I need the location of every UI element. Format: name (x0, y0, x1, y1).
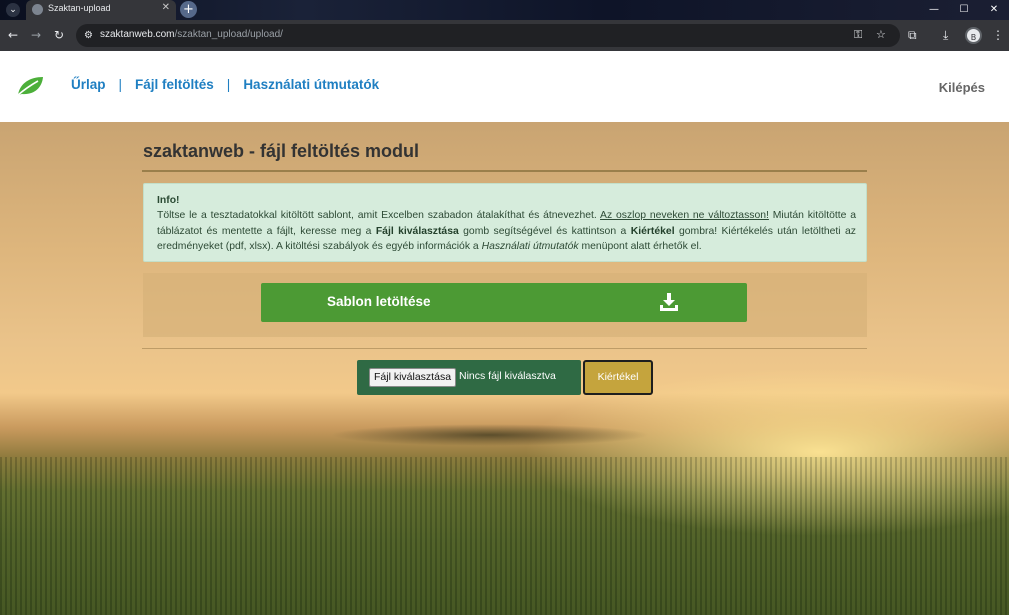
upload-module: szaktanweb - fájl feltöltés modul Info! … (142, 122, 867, 615)
main-nav: Űrlap | Fájl feltöltés | Használati útmu… (71, 77, 379, 92)
more-menu-icon[interactable]: ⋮ (992, 28, 1004, 42)
page-title: szaktanweb - fájl feltöltés modul (143, 141, 420, 161)
address-bar[interactable]: ⚙ szaktanweb.com/szaktan_upload/upload/ … (76, 24, 900, 47)
window-controls: — ☐ ✕ (919, 0, 1009, 20)
template-download-button[interactable]: Sablon letöltése (261, 283, 747, 322)
back-icon[interactable]: ← (8, 28, 18, 42)
nav-link-hasznalati-utmutatok[interactable]: Használati útmutatók (243, 77, 379, 92)
download-icon[interactable]: ⤓ (943, 28, 948, 42)
url-path: /szaktan_upload/upload/ (174, 29, 283, 40)
password-key-icon[interactable]: ⚿ (854, 28, 862, 42)
url-host: szaktanweb.com (100, 29, 175, 40)
info-text: Töltse le a tesztadatokkal kitöltött sab… (157, 208, 856, 254)
browser-tab-bar: ⌄ Szaktan-upload ✕ + — ☐ ✕ (0, 0, 1009, 20)
nav-separator: | (118, 77, 123, 92)
site-header: Űrlap | Fájl feltöltés | Használati útmu… (0, 51, 1009, 122)
info-text-part: gomb segítségével és kattintson a (458, 225, 631, 237)
section-divider (142, 348, 867, 349)
info-bold-file-select: Fájl kiválasztása (375, 225, 459, 237)
tab-title: Szaktan-upload (48, 3, 111, 13)
field-background: szaktanweb - fájl feltöltés modul Info! … (0, 122, 1009, 615)
nav-separator: | (226, 77, 231, 92)
bookmark-star-icon[interactable]: ☆ (876, 28, 886, 41)
browser-tab[interactable]: Szaktan-upload ✕ (26, 0, 176, 20)
info-italic-guides: Használati útmutatók (481, 241, 579, 253)
info-bold-evaluate: Kiértékel (630, 225, 675, 237)
forward-icon[interactable]: → (31, 28, 41, 42)
evaluate-button[interactable]: Kiértékel (583, 360, 653, 395)
nav-link-urlap[interactable]: Űrlap (71, 77, 106, 92)
page: Űrlap | Fájl feltöltés | Használati útmu… (0, 51, 1009, 615)
minimize-icon[interactable]: — (919, 0, 949, 20)
site-info-icon[interactable]: ⚙ (82, 29, 95, 42)
url-text[interactable]: szaktanweb.com/szaktan_upload/upload/ (100, 29, 283, 40)
info-box: Info! Töltse le a tesztadatokkal kitöltö… (143, 183, 867, 262)
info-text-part: menüpont alatt érhetők el. (578, 241, 702, 253)
maximize-icon[interactable]: ☐ (949, 0, 979, 20)
file-input[interactable]: Fájl kiválasztása Nincs fájl kiválasztva (357, 360, 581, 395)
globe-icon (32, 4, 43, 15)
browser-toolbar: ← → ↻ ⚙ szaktanweb.com/szaktan_upload/up… (0, 20, 1009, 51)
info-underlined-warning: Az oszlop neveken ne változtasson! (600, 210, 769, 222)
new-tab-button[interactable]: + (180, 1, 197, 18)
info-text-part: Töltse le a tesztadatokkal kitöltött sab… (157, 210, 601, 222)
download-panel: Sablon letöltése (143, 273, 867, 337)
extensions-icon[interactable]: ⧉ (908, 28, 917, 42)
leaf-logo-icon[interactable] (16, 75, 44, 97)
title-divider (142, 170, 867, 172)
file-status-text: Nincs fájl kiválasztva (459, 370, 556, 382)
reload-icon[interactable]: ↻ (54, 28, 64, 42)
close-window-icon[interactable]: ✕ (979, 0, 1009, 20)
info-heading: Info! (157, 195, 180, 206)
logout-link[interactable]: Kilépés (939, 80, 985, 95)
profile-avatar[interactable]: B (965, 27, 982, 44)
download-icon (660, 293, 678, 311)
tab-close-icon[interactable]: ✕ (162, 2, 170, 13)
file-select-button[interactable]: Fájl kiválasztása (369, 368, 457, 387)
download-button-label: Sablon letöltése (327, 294, 431, 309)
tab-search-icon[interactable]: ⌄ (6, 3, 20, 17)
nav-link-fajl-feltoltes[interactable]: Fájl feltöltés (135, 77, 214, 92)
